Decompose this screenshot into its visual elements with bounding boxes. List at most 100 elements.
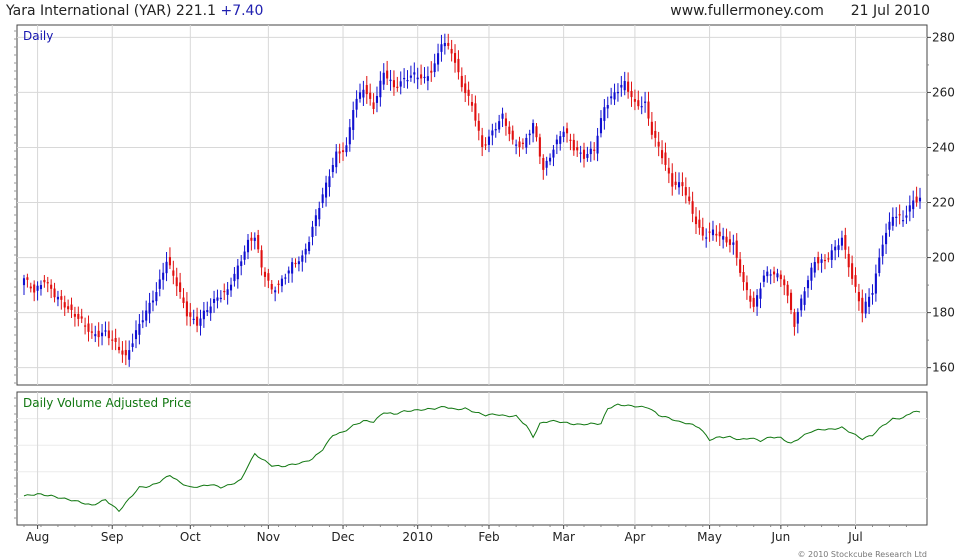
candle-body (267, 273, 270, 281)
candle-body (477, 120, 480, 131)
candle-body (518, 141, 521, 148)
candle-body (460, 75, 463, 88)
candle-body (532, 123, 535, 134)
candle-body (589, 148, 592, 155)
candle-body (603, 107, 606, 121)
candle-body (640, 106, 643, 108)
candle-body (698, 219, 701, 228)
price-tick-label: 180 (932, 306, 955, 320)
candle-body (739, 259, 742, 273)
candle-body (630, 90, 633, 98)
candle-body (355, 98, 358, 110)
candle-body (766, 271, 769, 277)
month-label: Feb (478, 530, 499, 544)
candle-body (552, 149, 555, 158)
candle-body (759, 288, 762, 299)
candle-body (901, 220, 905, 222)
candle-body (888, 221, 891, 230)
candle-body (840, 237, 843, 246)
candle-body (328, 176, 331, 188)
candle-body (111, 339, 114, 341)
candle-body (868, 296, 871, 307)
candle-body (155, 292, 158, 302)
candle-body (311, 226, 314, 238)
candle-body (53, 288, 56, 298)
candle-body (50, 284, 53, 289)
candle-body (830, 250, 833, 260)
candle-body (457, 58, 460, 73)
candle-body (813, 262, 816, 273)
candle-body (515, 144, 518, 146)
candle-body (684, 187, 687, 196)
candle-body (908, 205, 911, 212)
candle-body (233, 273, 236, 282)
candle-body (667, 167, 670, 174)
candle-body (657, 141, 660, 147)
candle-body (881, 244, 884, 257)
candle-body (620, 84, 623, 88)
candle-body (243, 251, 246, 260)
candle-body (375, 96, 379, 103)
candle-body (372, 102, 375, 109)
candle-body (101, 332, 104, 337)
candle-body (36, 285, 39, 291)
month-label: 2010 (402, 530, 433, 544)
candle-body (623, 80, 626, 91)
month-label: Nov (257, 530, 280, 544)
candle-body (786, 284, 789, 296)
vap-panel-label: Daily Volume Adjusted Price (23, 396, 191, 410)
candle-body (613, 92, 616, 100)
candle-body (352, 110, 355, 130)
price-tick-label: 280 (932, 30, 955, 44)
candle-body (175, 277, 178, 287)
candle-body (345, 145, 348, 153)
candle-body (403, 77, 406, 80)
candle-body (318, 208, 321, 220)
candle-body (528, 133, 531, 136)
candle-body (542, 158, 545, 170)
candle-body (134, 330, 138, 340)
candle-body (484, 144, 487, 146)
candle-body (250, 237, 253, 241)
candle-body (467, 89, 470, 96)
candle-body (891, 216, 894, 226)
candle-body (39, 285, 43, 290)
candle-body (715, 233, 718, 236)
candle-body (223, 290, 226, 293)
candle-body (240, 261, 243, 267)
candle-body (749, 295, 752, 302)
candle-body (874, 273, 877, 294)
price-tick-label: 260 (932, 85, 955, 99)
candle-body (572, 139, 575, 151)
candle-body (851, 263, 854, 279)
candle-body (905, 215, 908, 218)
copyright-footer: © 2010 Stockcube Research Ltd (797, 550, 927, 559)
candle-body (97, 330, 100, 338)
month-label: Sep (101, 530, 124, 544)
candle-body (596, 135, 599, 154)
candle-body (257, 235, 260, 250)
candle-body (637, 100, 640, 107)
candle-body (416, 77, 419, 80)
candle-body (823, 259, 827, 262)
candle-body (820, 259, 823, 263)
candle-body (270, 283, 273, 290)
candle-body (586, 153, 589, 158)
candle-body (857, 291, 860, 302)
candle-body (779, 274, 782, 280)
candle-body (752, 297, 755, 307)
candle-body (806, 280, 810, 289)
candle-body (453, 53, 457, 63)
month-label: Jun (770, 530, 790, 544)
candle-body (525, 137, 528, 148)
candle-body (521, 142, 524, 144)
candle-body (633, 99, 636, 102)
candle-body (742, 272, 745, 283)
candle-body (291, 262, 294, 274)
candle-body (348, 127, 351, 145)
candle-body (647, 101, 650, 119)
candle-body (555, 139, 558, 145)
candle-body (538, 137, 541, 157)
candle-body (246, 239, 250, 253)
candle-body (494, 129, 497, 131)
